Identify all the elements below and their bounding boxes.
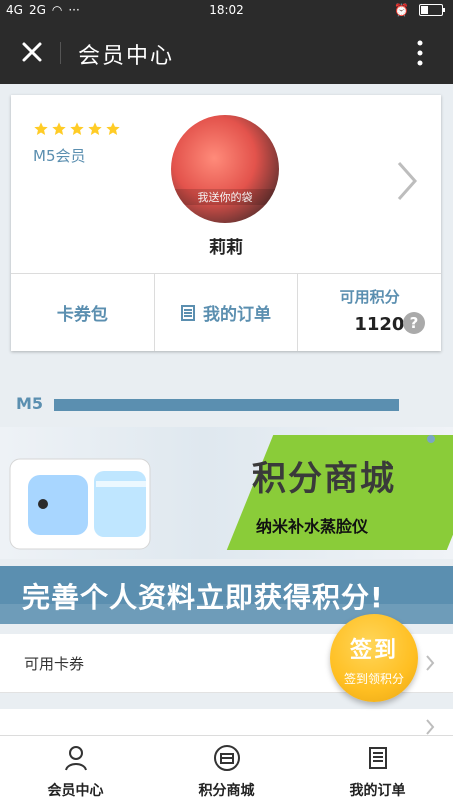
star-icon xyxy=(106,122,120,135)
member-level: M5会员 xyxy=(33,147,86,165)
rating-stars xyxy=(33,121,121,137)
pager-dot xyxy=(427,435,435,443)
pager-dot xyxy=(409,435,417,443)
alarm-icon: ⏰ xyxy=(394,3,409,17)
points-value: 1120 xyxy=(354,314,405,335)
page-title: 会员中心 xyxy=(78,44,175,69)
star-icon xyxy=(52,122,66,135)
chevron-right-icon xyxy=(426,719,435,735)
member-card[interactable]: M5会员 我送你的袋 莉莉 卡券包 我的订单 可用积分 1120 ? xyxy=(11,95,441,351)
orders-list-icon xyxy=(181,304,195,321)
star-icon xyxy=(70,122,84,135)
nav-orders[interactable]: 我的订单 xyxy=(302,736,453,806)
avatar[interactable]: 我送你的袋 xyxy=(171,115,279,223)
quick-actions: 卡券包 我的订单 可用积分 1120 ? xyxy=(11,274,441,351)
progress-label: M5 xyxy=(16,394,44,413)
bottom-nav: 会员中心 积分商城 我的订单 xyxy=(0,735,453,806)
help-icon[interactable]: ? xyxy=(403,312,426,334)
orders-button[interactable]: 我的订单 xyxy=(155,274,299,351)
list-item-label: 可用卡券 xyxy=(24,654,85,673)
signin-sub: 签到领积分 xyxy=(343,672,404,686)
status-time: 18:02 xyxy=(209,3,244,17)
battery-icon xyxy=(419,4,445,16)
avatar-caption: 我送你的袋 xyxy=(171,189,279,205)
banner-title: 积分商城 xyxy=(252,459,396,499)
title-bar: 会员中心 xyxy=(0,22,453,84)
star-icon xyxy=(34,122,48,135)
title-divider xyxy=(60,42,61,64)
orders-icon xyxy=(368,747,387,769)
device-image-icon xyxy=(9,458,151,550)
close-icon[interactable] xyxy=(18,38,46,66)
signin-main: 签到 xyxy=(349,638,398,663)
username: 莉莉 xyxy=(209,238,243,258)
more-icon[interactable] xyxy=(417,40,423,66)
mall-banner[interactable]: 积分商城 纳米补水蒸脸仪 xyxy=(0,427,453,559)
nav-orders-label: 我的订单 xyxy=(349,783,406,799)
banner-subtitle: 纳米补水蒸脸仪 xyxy=(256,517,369,536)
promo-text: 完善个人资料立即获得积分! xyxy=(22,581,384,614)
coupons-button[interactable]: 卡券包 xyxy=(11,274,155,351)
nav-member-label: 会员中心 xyxy=(47,783,104,799)
app-root: 4G 2G ◠ ··· 18:02 ⏰ 会员中心 M5会员 我送你的袋 莉莉 卡… xyxy=(0,0,453,806)
chevron-right-icon[interactable] xyxy=(395,159,419,203)
progress-bar xyxy=(54,399,399,411)
nav-mall[interactable]: 积分商城 xyxy=(151,736,302,806)
member-icon xyxy=(64,746,87,771)
points-label: 可用积分 xyxy=(339,288,400,306)
mall-icon xyxy=(213,745,240,771)
nav-member[interactable]: 会员中心 xyxy=(0,736,151,806)
signin-button[interactable]: 签到 签到领积分 xyxy=(330,614,418,702)
orders-label: 我的订单 xyxy=(203,305,271,325)
coupons-label: 卡券包 xyxy=(56,305,108,325)
star-icon xyxy=(88,122,102,135)
points-cell[interactable]: 可用积分 1120 ? xyxy=(298,274,441,351)
banner-pager xyxy=(409,435,435,443)
nav-mall-label: 积分商城 xyxy=(198,783,255,799)
status-bar: 4G 2G ◠ ··· 18:02 ⏰ xyxy=(0,0,453,22)
status-right: ⏰ xyxy=(394,3,445,17)
chevron-right-icon xyxy=(426,655,435,671)
